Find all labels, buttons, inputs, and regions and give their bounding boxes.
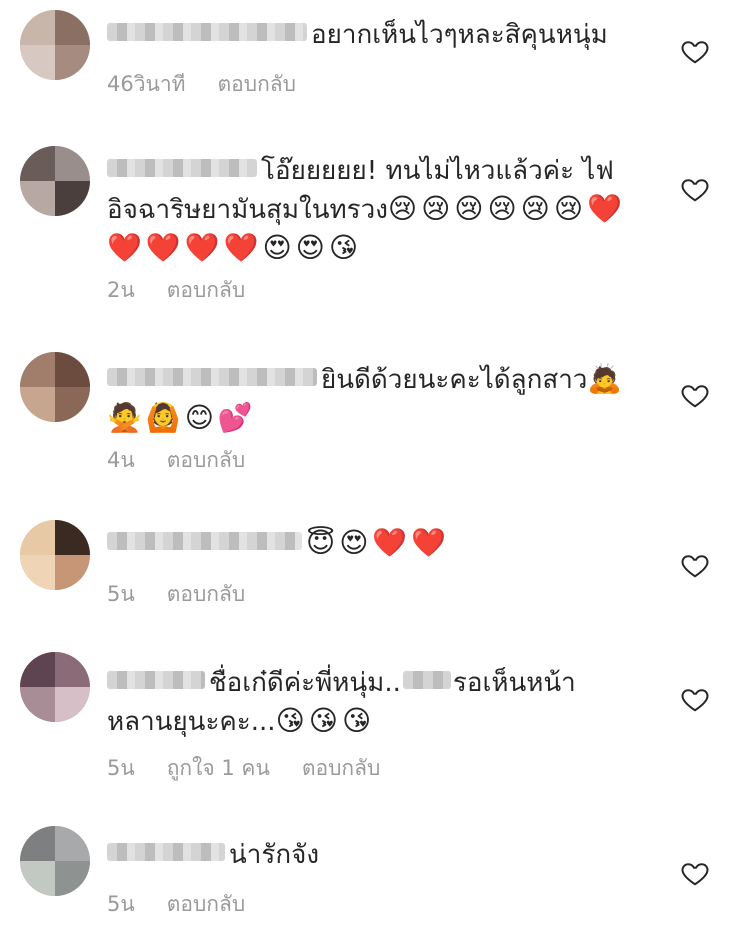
comment-emojis: 😇😍❤️❤️: [306, 526, 451, 559]
comment-time: 46วินาที: [107, 72, 186, 96]
comment-message: อยากเห็นไวๆหละสิคุนหนุ่ม: [311, 20, 608, 50]
heart-outline-icon[interactable]: [680, 684, 710, 714]
comment-text: ชื่อเก๋ดีค่ะพี่หนุ่ม.. รอเห็นหน้าหลานยุนะ…: [107, 664, 627, 741]
avatar[interactable]: [20, 652, 90, 722]
comment-time: 5น: [107, 892, 135, 916]
comment-text: โอ๊ยยยยย! ทนไม่ไหวแล้วค่ะ ไฟอิจฉาริษยามั…: [107, 152, 627, 268]
reply-link[interactable]: ตอบกลับ: [218, 72, 297, 96]
username-blurred[interactable]: [107, 367, 317, 386]
reply-link[interactable]: ตอบกลับ: [167, 278, 246, 302]
comment-message: ยินดีด้วยนะคะได้ลูกสาว: [321, 365, 588, 395]
mention-blurred[interactable]: [402, 670, 451, 689]
reply-link[interactable]: ตอบกลับ: [167, 448, 246, 472]
comment-time: 5น: [107, 582, 135, 606]
avatar[interactable]: [20, 520, 90, 590]
comment-meta: 2น ตอบกลับ: [107, 274, 277, 307]
comment-meta: 5น ถูกใจ 1 คน ตอบกลับ: [107, 752, 412, 785]
comment-text: น่ารักจัง: [107, 836, 627, 874]
username-blurred[interactable]: [107, 531, 302, 550]
comment-message: น่ารักจัง: [229, 840, 320, 870]
reply-link[interactable]: ตอบกลับ: [302, 756, 381, 780]
username-blurred[interactable]: [107, 842, 225, 861]
reply-link[interactable]: ตอบกลับ: [167, 582, 246, 606]
comment-time: 4น: [107, 448, 135, 472]
comment-text: ยินดีด้วยนะคะได้ลูกสาว🙇🙅🙆😊💕: [107, 360, 627, 438]
reply-link[interactable]: ตอบกลับ: [167, 892, 246, 916]
avatar[interactable]: [20, 352, 90, 422]
username-blurred[interactable]: [107, 158, 257, 177]
heart-outline-icon[interactable]: [680, 858, 710, 888]
comment-time: 2น: [107, 278, 135, 302]
like-count[interactable]: ถูกใจ 1 คน: [167, 756, 270, 780]
heart-outline-icon[interactable]: [680, 550, 710, 580]
comment-message: ชื่อเก๋ดีค่ะพี่หนุ่ม..: [209, 668, 401, 698]
comment-meta: 5น ตอบกลับ: [107, 888, 277, 921]
comment-meta: 4น ตอบกลับ: [107, 444, 277, 477]
avatar[interactable]: [20, 146, 90, 216]
comment-text: 😇😍❤️❤️: [107, 524, 627, 563]
heart-outline-icon[interactable]: [680, 174, 710, 204]
comment-emojis: 😘😘😘: [275, 704, 376, 737]
username-blurred[interactable]: [107, 22, 307, 41]
avatar[interactable]: [20, 10, 90, 80]
heart-outline-icon[interactable]: [680, 36, 710, 66]
comment-time: 5น: [107, 756, 135, 780]
username-blurred[interactable]: [107, 670, 205, 689]
heart-outline-icon[interactable]: [680, 380, 710, 410]
comment-text: อยากเห็นไวๆหละสิคุนหนุ่ม: [107, 16, 627, 54]
comment-meta: 5น ตอบกลับ: [107, 578, 277, 611]
avatar[interactable]: [20, 826, 90, 896]
comment-meta: 46วินาที ตอบกลับ: [107, 68, 328, 101]
